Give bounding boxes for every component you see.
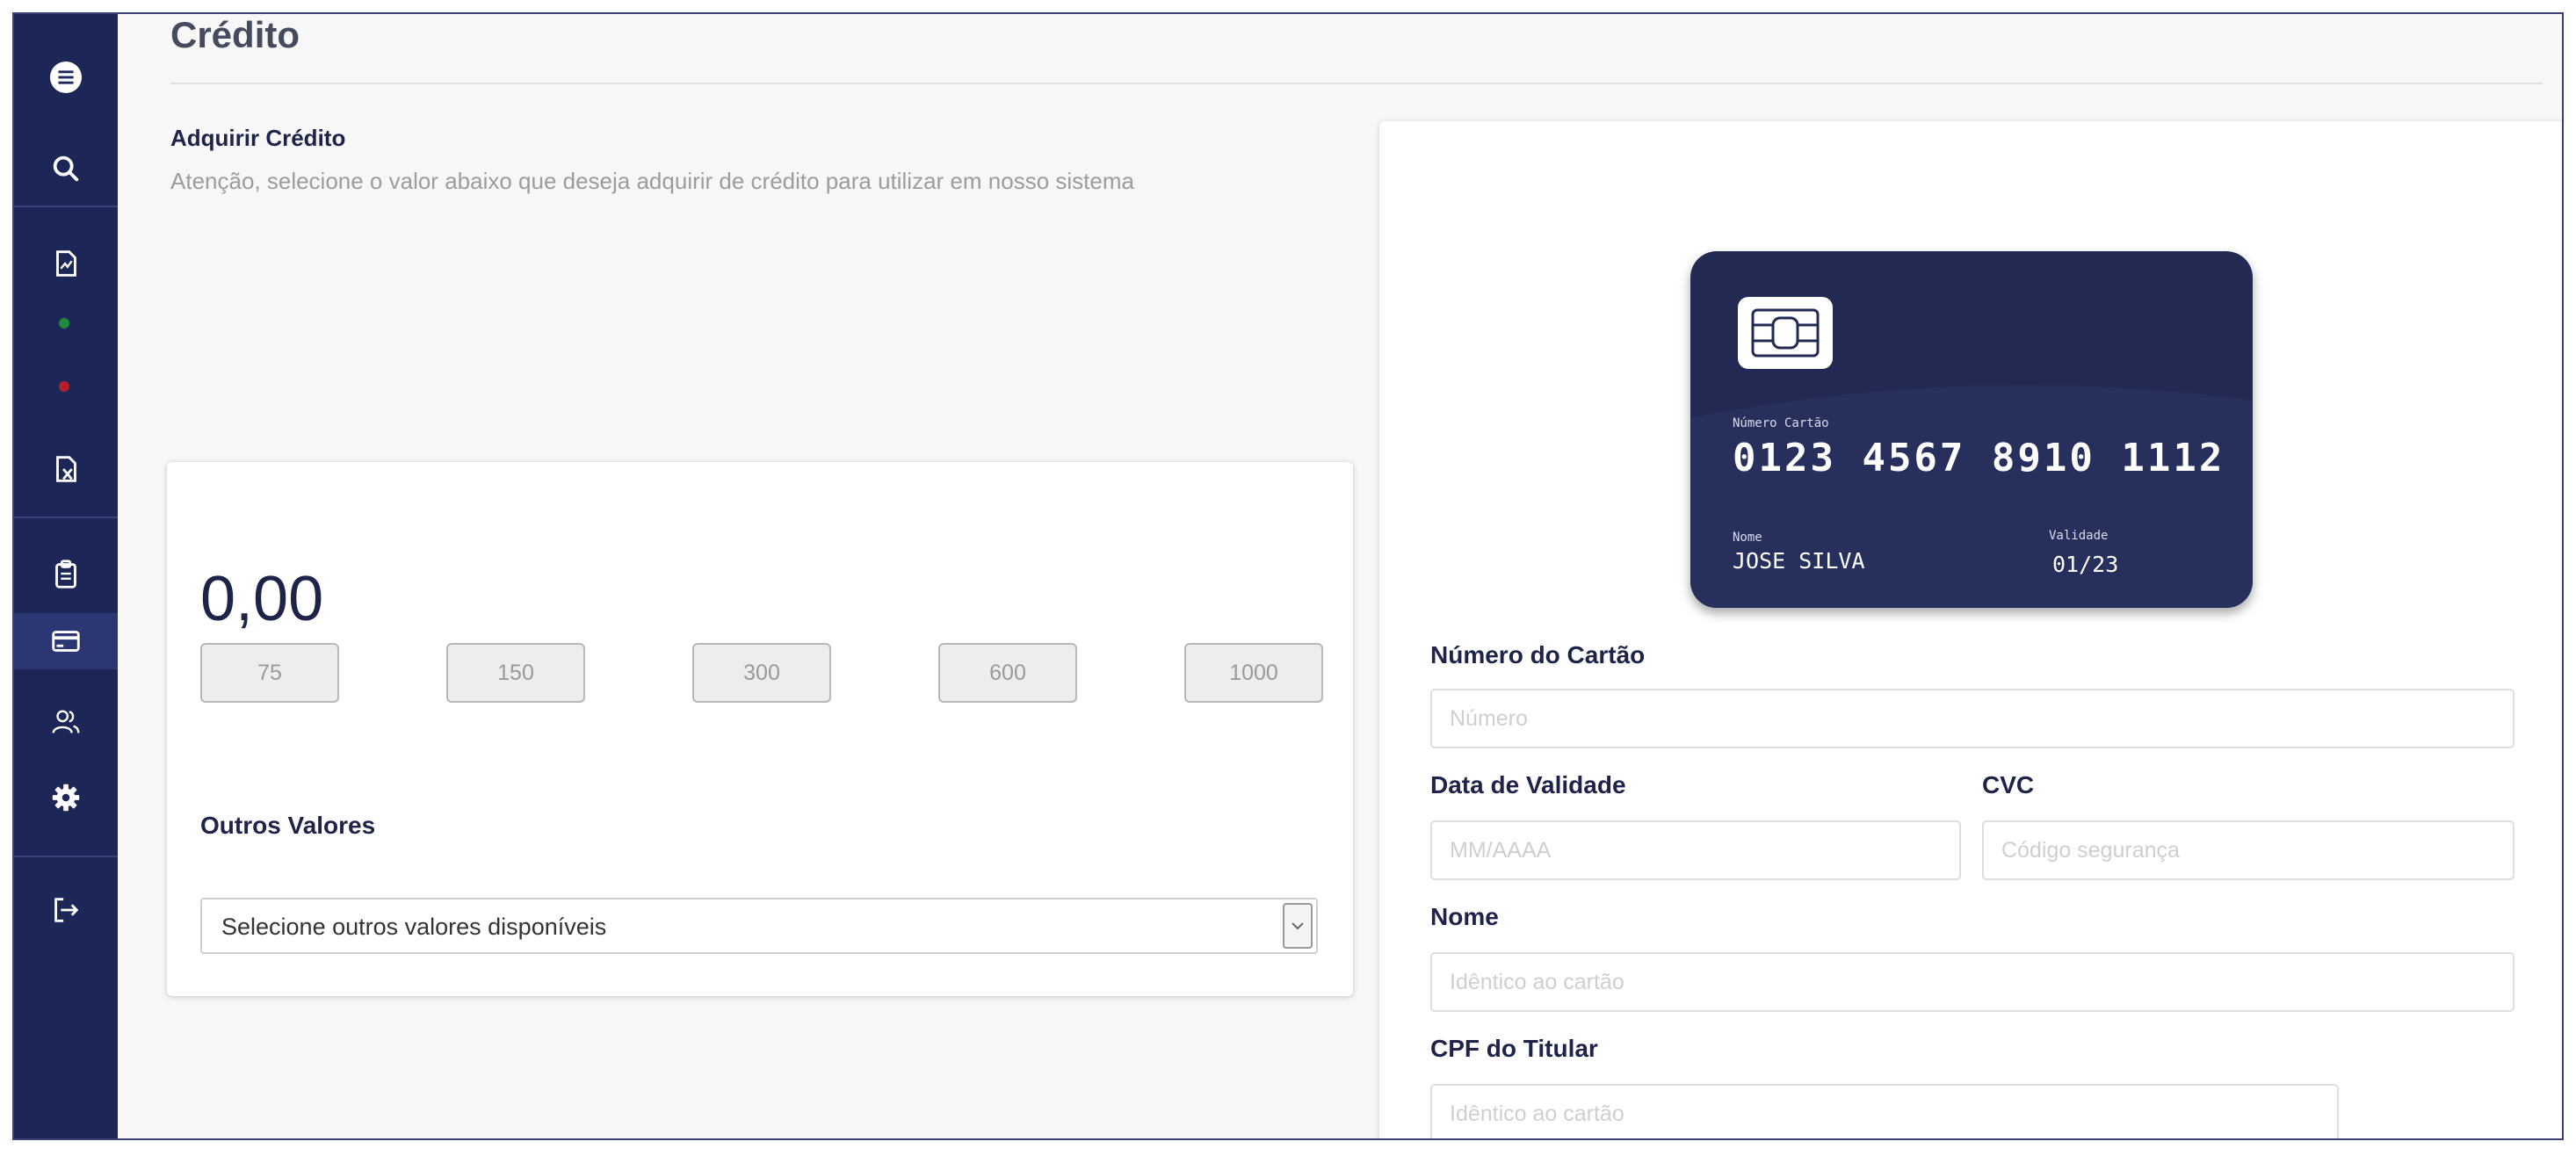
cvc-field-label: CVC: [1982, 771, 2035, 798]
cpf-field-label: CPF do Titular: [1430, 1035, 1598, 1062]
name-field-label: Nome: [1430, 903, 1499, 930]
sidebar-item-users[interactable]: [14, 694, 118, 750]
acquire-credit-notice: Atenção, selecione o valor abaixo que de…: [170, 168, 1134, 194]
amount-option-1000-button[interactable]: 1000: [1184, 643, 1323, 703]
page-title: Crédito: [170, 14, 300, 55]
other-values-select-text: Selecione outros valores disponíveis: [221, 914, 607, 940]
status-red-dot[interactable]: [59, 381, 69, 392]
credit-amount-card: 0,00 75 150 300 600 1000 Outros Valores …: [167, 462, 1353, 996]
sidebar-item-document-x[interactable]: [14, 441, 118, 497]
sidebar-divider: [14, 206, 118, 207]
other-values-select[interactable]: Selecione outros valores disponíveis: [200, 898, 1318, 954]
sidebar-item-document[interactable]: [14, 235, 118, 292]
card-number-field-label: Número do Cartão: [1430, 641, 1646, 668]
credit-card-preview: Número Cartão 0123 4567 8910 1112 Nome J…: [1690, 251, 2253, 608]
sidebar-divider: [14, 856, 118, 857]
sidebar-item-credit-card[interactable]: [14, 613, 118, 669]
other-values-label: Outros Valores: [200, 812, 376, 839]
document-chart-icon: [56, 250, 76, 277]
credit-amount-display: 0,00: [200, 564, 324, 634]
expiry-input[interactable]: [1430, 820, 1961, 880]
sidebar-item-clipboard[interactable]: [14, 546, 118, 603]
menu-icon: [49, 61, 83, 94]
title-divider: [170, 83, 2543, 84]
card-number-label: Número Cartão: [1733, 416, 1829, 430]
chevron-down-icon[interactable]: [1283, 903, 1313, 949]
status-green-dot[interactable]: [59, 318, 69, 329]
cpf-input[interactable]: [1430, 1084, 2339, 1138]
sidebar: [14, 14, 118, 1138]
users-icon: [52, 710, 80, 733]
amount-option-300-button[interactable]: 300: [692, 643, 831, 703]
logout-icon: [54, 898, 79, 922]
card-expiry-label: Validade: [2049, 529, 2109, 543]
amount-option-150-button[interactable]: 150: [446, 643, 585, 703]
document-x-icon: [56, 456, 76, 482]
card-expiry-preview: 01/23: [2052, 552, 2119, 577]
app-frame: Crédito Adquirir Crédito Atenção, seleci…: [12, 12, 2564, 1140]
search-button[interactable]: [14, 141, 118, 197]
search-icon: [53, 155, 79, 182]
card-number-input[interactable]: [1430, 689, 2514, 748]
sidebar-item-settings[interactable]: [14, 769, 118, 826]
expiry-field-label: Data de Validade: [1430, 771, 1626, 798]
acquire-credit-heading: Adquirir Crédito: [170, 125, 346, 151]
gear-icon: [52, 784, 80, 812]
credit-card-icon: [52, 631, 80, 652]
amount-option-75-button[interactable]: 75: [200, 643, 339, 703]
card-number-preview: 0123 4567 8910 1112: [1733, 436, 2225, 480]
sidebar-divider: [14, 516, 118, 518]
card-chip-icon: [1738, 297, 1833, 369]
name-input[interactable]: [1430, 952, 2514, 1012]
card-name-label: Nome: [1733, 531, 1762, 545]
payment-card-panel: Número Cartão 0123 4567 8910 1112 Nome J…: [1379, 121, 2562, 1138]
cvc-input[interactable]: [1982, 820, 2514, 880]
card-name-preview: JOSE SILVA: [1733, 548, 1865, 574]
amount-option-600-button[interactable]: 600: [938, 643, 1077, 703]
logout-button[interactable]: [14, 882, 118, 938]
clipboard-icon: [55, 560, 76, 589]
menu-button[interactable]: [14, 49, 118, 105]
